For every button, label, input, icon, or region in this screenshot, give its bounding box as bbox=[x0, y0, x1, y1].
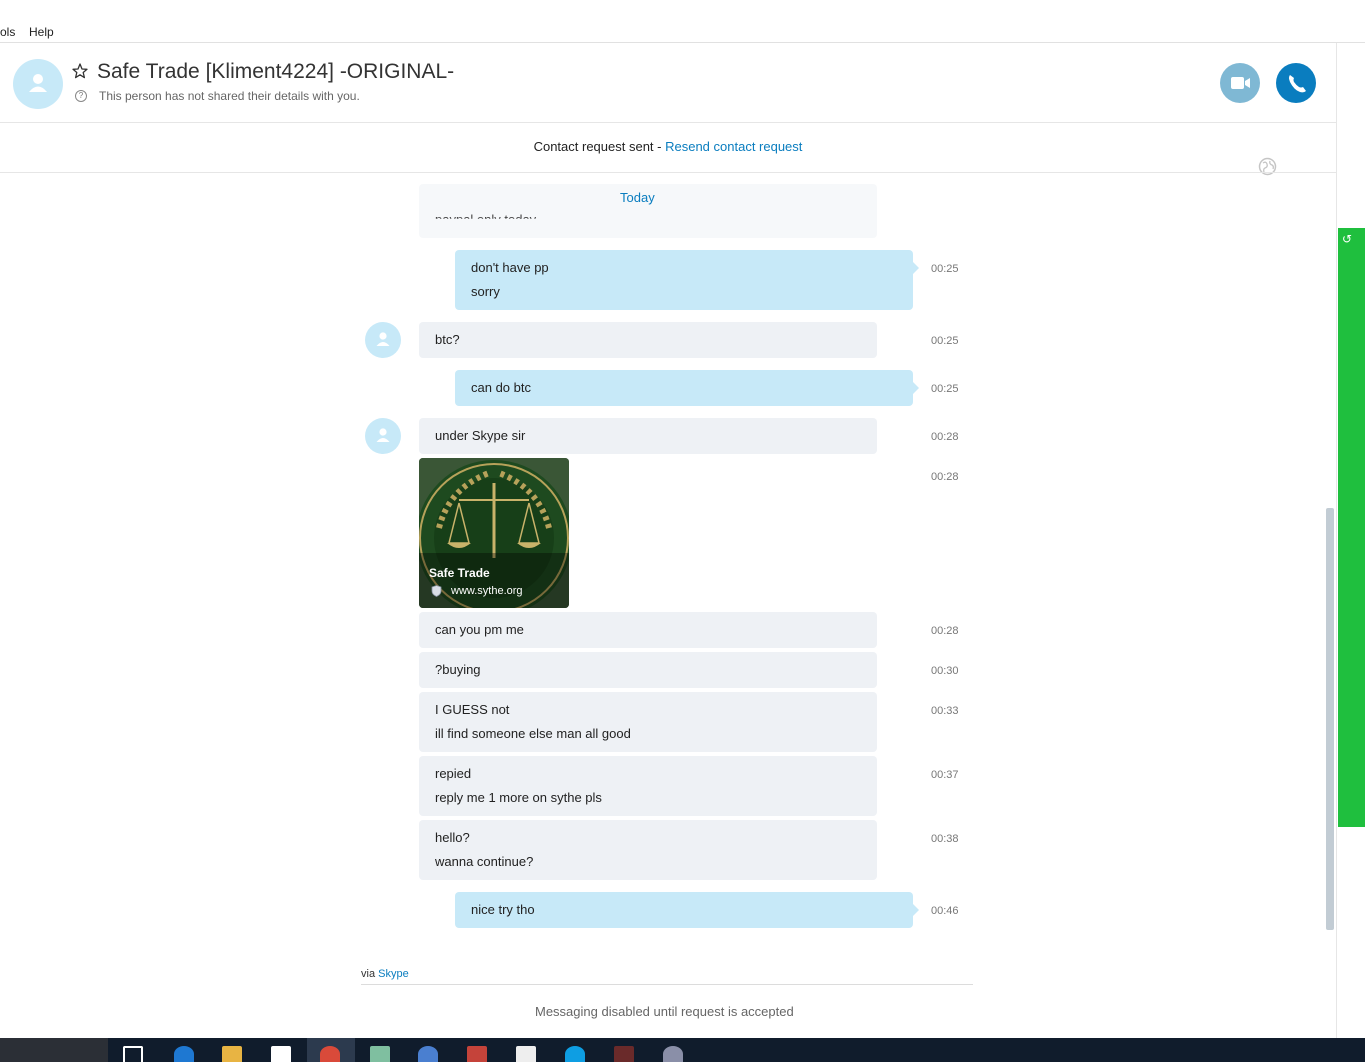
date-divider: Today bbox=[620, 190, 655, 205]
composer-divider bbox=[361, 984, 973, 985]
question-icon: ? bbox=[75, 90, 87, 102]
messaging-disabled-notice: Messaging disabled until request is acce… bbox=[535, 1004, 794, 1019]
message-timestamp: 00:25 bbox=[931, 383, 959, 395]
pane-divider bbox=[1336, 43, 1337, 1038]
file-explorer-icon[interactable] bbox=[222, 1046, 242, 1062]
side-panel[interactable]: ↺ bbox=[1338, 228, 1365, 827]
message-line: reply me 1 more on sythe pls bbox=[435, 790, 602, 805]
message-line: repied bbox=[435, 766, 472, 781]
message-timestamp: 00:25 bbox=[931, 335, 959, 347]
sender-avatar[interactable] bbox=[365, 418, 401, 454]
message-timestamp: 00:33 bbox=[931, 705, 959, 717]
audio-call-button[interactable] bbox=[1276, 63, 1316, 103]
outgoing-message[interactable]: can do btc bbox=[455, 370, 919, 406]
incoming-message[interactable]: hello? wanna continue? bbox=[419, 820, 877, 880]
message-line: under Skype sir bbox=[435, 428, 526, 443]
app-icon[interactable] bbox=[467, 1046, 487, 1062]
skype-link[interactable]: Skype bbox=[378, 968, 409, 980]
incoming-message[interactable]: btc? bbox=[419, 322, 877, 358]
outgoing-message[interactable]: don't have pp sorry bbox=[455, 250, 919, 310]
chat-scrollbar-thumb[interactable] bbox=[1326, 508, 1334, 930]
link-preview-url[interactable]: www.sythe.org bbox=[451, 585, 523, 597]
taskbar bbox=[0, 1038, 1365, 1062]
skype-icon[interactable] bbox=[565, 1046, 585, 1062]
person-icon bbox=[29, 74, 47, 92]
app-icon[interactable] bbox=[614, 1046, 634, 1062]
message-timestamp: 00:37 bbox=[931, 769, 959, 781]
incoming-message[interactable]: ?buying bbox=[419, 652, 877, 688]
message-line: can do btc bbox=[471, 380, 531, 395]
message-line: nice try tho bbox=[471, 902, 535, 917]
menu-tools[interactable]: ols bbox=[0, 25, 15, 39]
incoming-message[interactable]: can you pm me bbox=[419, 612, 877, 648]
shield-icon bbox=[431, 585, 442, 597]
message-timestamp: 00:28 bbox=[931, 471, 959, 483]
message-timestamp: 00:38 bbox=[931, 833, 959, 845]
link-preview-title: Safe Trade bbox=[429, 566, 490, 580]
incoming-message[interactable]: under Skype sir bbox=[419, 418, 877, 454]
refresh-icon[interactable]: ↺ bbox=[1342, 232, 1352, 246]
contact-name[interactable]: Safe Trade [Kliment4224] -ORIGINAL- bbox=[97, 60, 454, 84]
incoming-message[interactable]: repied reply me 1 more on sythe pls bbox=[419, 756, 877, 816]
outgoing-message[interactable]: nice try tho bbox=[455, 892, 919, 928]
message-line: can you pm me bbox=[435, 622, 524, 637]
contact-profile-note: This person has not shared their details… bbox=[99, 89, 360, 103]
message-line: I GUESS not bbox=[435, 702, 510, 717]
via-attribution: via Skype bbox=[361, 968, 409, 980]
via-label: via bbox=[361, 968, 379, 980]
mail-icon[interactable] bbox=[516, 1046, 536, 1062]
link-preview-card[interactable]: Safe Trade www.sythe.org bbox=[419, 458, 569, 608]
message-line: wanna continue? bbox=[435, 854, 534, 869]
message-timestamp: 00:46 bbox=[931, 905, 959, 917]
message-timestamp: 00:28 bbox=[931, 625, 959, 637]
incoming-message[interactable]: I GUESS not ill find someone else man al… bbox=[419, 692, 877, 752]
edge-browser-icon[interactable] bbox=[174, 1046, 194, 1062]
resend-contact-request-link[interactable]: Resend contact request bbox=[665, 139, 802, 154]
store-icon[interactable] bbox=[271, 1046, 291, 1062]
phone-icon bbox=[1289, 75, 1306, 93]
person-icon bbox=[376, 332, 390, 346]
contact-avatar[interactable] bbox=[13, 59, 63, 109]
task-view-icon[interactable] bbox=[123, 1046, 143, 1062]
video-call-button[interactable] bbox=[1220, 63, 1260, 103]
message-timestamp: 00:28 bbox=[931, 431, 959, 443]
menu-help[interactable]: Help bbox=[29, 25, 54, 39]
sender-avatar[interactable] bbox=[365, 322, 401, 358]
taskbar-search-area[interactable] bbox=[0, 1038, 108, 1062]
message-line: ill find someone else man all good bbox=[435, 726, 631, 741]
contact-request-status: Contact request sent - bbox=[533, 139, 666, 154]
contact-request-bar: Contact request sent - Resend contact re… bbox=[0, 123, 1336, 173]
chrome-icon[interactable] bbox=[320, 1046, 340, 1062]
chat-history[interactable]: paypal only today Today don't have pp so… bbox=[0, 174, 1336, 934]
message-line: ?buying bbox=[435, 662, 481, 677]
message-timestamp: 00:30 bbox=[931, 665, 959, 677]
app-icon[interactable] bbox=[370, 1046, 390, 1062]
person-icon bbox=[376, 428, 390, 442]
message-line: hello? bbox=[435, 830, 470, 845]
favorite-star-icon[interactable] bbox=[71, 62, 89, 80]
message-timestamp: 00:25 bbox=[931, 263, 959, 275]
app-icon[interactable] bbox=[663, 1046, 683, 1062]
menu-bar: ols Help bbox=[0, 0, 1365, 43]
conversation-header: Safe Trade [Kliment4224] -ORIGINAL- ? Th… bbox=[0, 43, 1336, 176]
app-icon[interactable] bbox=[418, 1046, 438, 1062]
message-line: btc? bbox=[435, 332, 460, 347]
message-line: sorry bbox=[471, 284, 500, 299]
message-line: don't have pp bbox=[471, 260, 549, 275]
video-camera-icon bbox=[1231, 77, 1250, 89]
